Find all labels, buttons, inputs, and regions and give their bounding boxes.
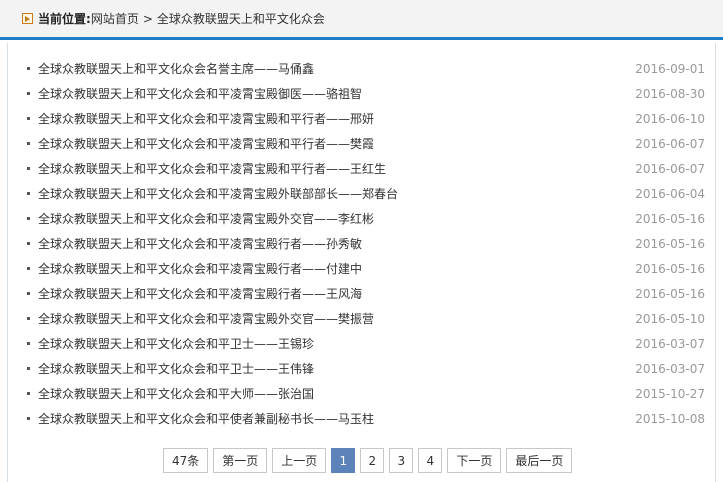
arrow-box-icon xyxy=(22,13,33,24)
list-item: 全球众教联盟天上和平文化众会和平凌霄宝殿和平行者——樊霞 2016-06-07 xyxy=(8,131,717,156)
next-page-button[interactable]: 下一页 xyxy=(447,448,502,473)
bullet-icon xyxy=(27,117,30,120)
bullet-icon xyxy=(27,67,30,70)
news-title-link[interactable]: 全球众教联盟天上和平文化众会和平凌霄宝殿外交官——樊振营 xyxy=(38,310,635,327)
news-date: 2016-06-04 xyxy=(635,186,705,201)
content-panel: 全球众教联盟天上和平文化众会名誉主席——马俑鑫 2016-09-01 全球众教联盟… xyxy=(7,43,716,482)
last-page-button[interactable]: 最后一页 xyxy=(506,448,573,473)
news-title-link[interactable]: 全球众教联盟天上和平文化众会和平使者兼副秘书长——马玉柱 xyxy=(38,410,635,427)
list-item: 全球众教联盟天上和平文化众会和平凌霄宝殿行者——付建中 2016-05-16 xyxy=(8,256,717,281)
list-item: 全球众教联盟天上和平文化众会名誉主席——马俑鑫 2016-09-01 xyxy=(8,56,717,81)
bullet-icon xyxy=(27,142,30,145)
news-title-link[interactable]: 全球众教联盟天上和平文化众会和平卫士——王锡珍 xyxy=(38,335,635,352)
prev-page-button[interactable]: 上一页 xyxy=(272,448,327,473)
news-title-link[interactable]: 全球众教联盟天上和平文化众会和平卫士——王伟锋 xyxy=(38,360,635,377)
news-date: 2016-05-16 xyxy=(635,261,705,276)
news-title-link[interactable]: 全球众教联盟天上和平文化众会和平凌霄宝殿和平行者——王红生 xyxy=(38,160,635,177)
page-1-button[interactable]: 1 xyxy=(331,448,356,473)
breadcrumb-home-link[interactable]: 网站首页 xyxy=(91,10,139,27)
list-item: 全球众教联盟天上和平文化众会和平凌霄宝殿行者——王风海 2016-05-16 xyxy=(8,281,717,306)
bullet-icon xyxy=(27,92,30,95)
news-date: 2016-03-07 xyxy=(635,336,705,351)
news-title-link[interactable]: 全球众教联盟天上和平文化众会和平凌霄宝殿御医——骆祖智 xyxy=(38,85,635,102)
bullet-icon xyxy=(27,292,30,295)
bullet-icon xyxy=(27,217,30,220)
bullet-icon xyxy=(27,392,30,395)
list-item: 全球众教联盟天上和平文化众会和平凌霄宝殿御医——骆祖智 2016-08-30 xyxy=(8,81,717,106)
breadcrumb-current-link[interactable]: 全球众教联盟天上和平文化众会 xyxy=(157,10,325,27)
page-4-button[interactable]: 4 xyxy=(418,448,443,473)
news-date: 2016-03-07 xyxy=(635,361,705,376)
list-item: 全球众教联盟天上和平文化众会和平大师——张治国 2015-10-27 xyxy=(8,381,717,406)
pagination: 47条 第一页 上一页 1 2 3 4 下一页 最后一页 xyxy=(163,448,577,473)
news-date: 2016-05-10 xyxy=(635,311,705,326)
bullet-icon xyxy=(27,342,30,345)
news-list: 全球众教联盟天上和平文化众会名誉主席——马俑鑫 2016-09-01 全球众教联盟… xyxy=(8,56,717,431)
news-date: 2016-05-16 xyxy=(635,211,705,226)
list-item: 全球众教联盟天上和平文化众会和平凌霄宝殿外联部部长——郑春台 2016-06-04 xyxy=(8,181,717,206)
list-item: 全球众教联盟天上和平文化众会和平凌霄宝殿外交官——李红彬 2016-05-16 xyxy=(8,206,717,231)
news-date: 2016-06-10 xyxy=(635,111,705,126)
news-title-link[interactable]: 全球众教联盟天上和平文化众会和平凌霄宝殿行者——付建中 xyxy=(38,260,635,277)
bullet-icon xyxy=(27,367,30,370)
news-date: 2016-05-16 xyxy=(635,236,705,251)
news-title-link[interactable]: 全球众教联盟天上和平文化众会和平大师——张治国 xyxy=(38,385,635,402)
breadcrumb-separator: > xyxy=(142,11,153,26)
news-date: 2016-06-07 xyxy=(635,136,705,151)
list-item: 全球众教联盟天上和平文化众会和平凌霄宝殿行者——孙秀敏 2016-05-16 xyxy=(8,231,717,256)
total-count: 47条 xyxy=(163,448,209,473)
news-title-link[interactable]: 全球众教联盟天上和平文化众会和平凌霄宝殿和平行者——樊霞 xyxy=(38,135,635,152)
bullet-icon xyxy=(27,267,30,270)
bullet-icon xyxy=(27,192,30,195)
news-date: 2016-09-01 xyxy=(635,61,705,76)
news-date: 2015-10-08 xyxy=(635,411,705,426)
list-item: 全球众教联盟天上和平文化众会和平使者兼副秘书长——马玉柱 2015-10-08 xyxy=(8,406,717,431)
first-page-button[interactable]: 第一页 xyxy=(213,448,268,473)
news-date: 2016-06-07 xyxy=(635,161,705,176)
list-item: 全球众教联盟天上和平文化众会和平卫士——王锡珍 2016-03-07 xyxy=(8,331,717,356)
bullet-icon xyxy=(27,417,30,420)
news-date: 2016-05-16 xyxy=(635,286,705,301)
news-title-link[interactable]: 全球众教联盟天上和平文化众会和平凌霄宝殿和平行者——邢妍 xyxy=(38,110,635,127)
news-title-link[interactable]: 全球众教联盟天上和平文化众会和平凌霄宝殿外交官——李红彬 xyxy=(38,210,635,227)
list-item: 全球众教联盟天上和平文化众会和平卫士——王伟锋 2016-03-07 xyxy=(8,356,717,381)
news-date: 2016-08-30 xyxy=(635,86,705,101)
bullet-icon xyxy=(27,242,30,245)
news-title-link[interactable]: 全球众教联盟天上和平文化众会和平凌霄宝殿行者——孙秀敏 xyxy=(38,235,635,252)
list-item: 全球众教联盟天上和平文化众会和平凌霄宝殿和平行者——王红生 2016-06-07 xyxy=(8,156,717,181)
bullet-icon xyxy=(27,317,30,320)
list-item: 全球众教联盟天上和平文化众会和平凌霄宝殿和平行者——邢妍 2016-06-10 xyxy=(8,106,717,131)
list-item: 全球众教联盟天上和平文化众会和平凌霄宝殿外交官——樊振营 2016-05-10 xyxy=(8,306,717,331)
news-title-link[interactable]: 全球众教联盟天上和平文化众会名誉主席——马俑鑫 xyxy=(38,60,635,77)
news-date: 2015-10-27 xyxy=(635,386,705,401)
page-3-button[interactable]: 3 xyxy=(389,448,414,473)
page-2-button[interactable]: 2 xyxy=(360,448,385,473)
breadcrumb-label: 当前位置: xyxy=(38,12,91,26)
news-title-link[interactable]: 全球众教联盟天上和平文化众会和平凌霄宝殿行者——王风海 xyxy=(38,285,635,302)
news-title-link[interactable]: 全球众教联盟天上和平文化众会和平凌霄宝殿外联部部长——郑春台 xyxy=(38,185,635,202)
breadcrumb: 当前位置: 网站首页 > 全球众教联盟天上和平文化众会 xyxy=(0,0,723,40)
bullet-icon xyxy=(27,167,30,170)
